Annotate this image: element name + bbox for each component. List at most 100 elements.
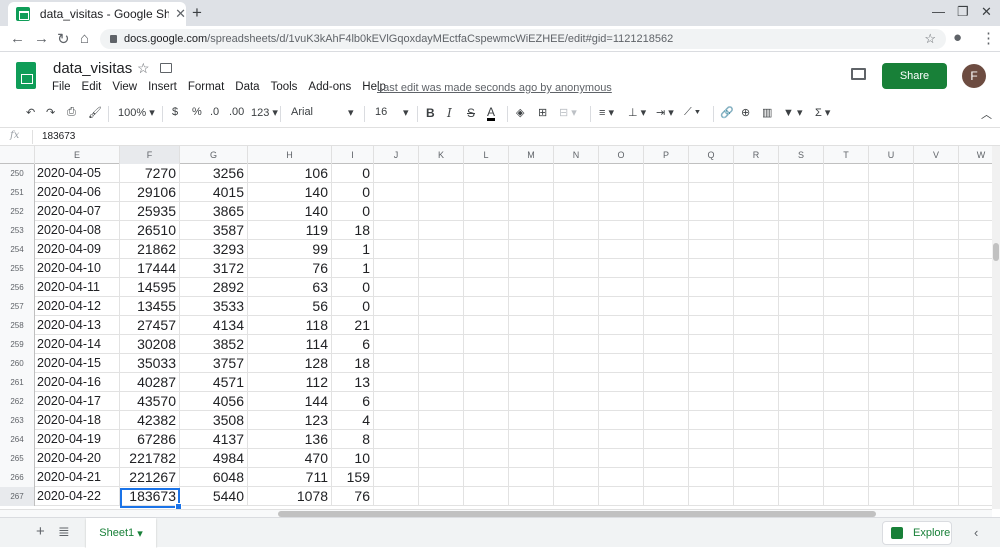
- menu-tools[interactable]: Tools: [271, 81, 298, 93]
- empty-cell[interactable]: [734, 373, 779, 392]
- column-header[interactable]: L: [464, 146, 509, 164]
- empty-cell[interactable]: [419, 449, 464, 468]
- empty-cell[interactable]: [689, 449, 734, 468]
- empty-cell[interactable]: [734, 392, 779, 411]
- row-number[interactable]: 251: [0, 183, 35, 202]
- empty-cell[interactable]: [644, 202, 689, 221]
- column-header[interactable]: E: [35, 146, 120, 164]
- empty-cell[interactable]: [599, 487, 644, 506]
- column-header[interactable]: V: [914, 146, 959, 164]
- cell-i[interactable]: 1: [332, 240, 374, 259]
- cell-h[interactable]: 118: [248, 316, 332, 335]
- empty-cell[interactable]: [464, 202, 509, 221]
- empty-cell[interactable]: [599, 335, 644, 354]
- column-header[interactable]: T: [824, 146, 869, 164]
- decrease-decimal-button[interactable]: .0: [210, 106, 219, 118]
- sheet-tab-sheet1[interactable]: Sheet1 ▾: [86, 518, 156, 548]
- empty-cell[interactable]: [509, 468, 554, 487]
- paint-format-icon[interactable]: 🖌: [88, 106, 102, 119]
- borders-icon[interactable]: ⊞: [538, 106, 547, 119]
- empty-cell[interactable]: [599, 449, 644, 468]
- cell-date[interactable]: 2020-04-11: [35, 278, 120, 297]
- cell-f[interactable]: 40287: [120, 373, 180, 392]
- vertical-scrollbar[interactable]: [992, 146, 1000, 509]
- empty-cell[interactable]: [689, 411, 734, 430]
- empty-cell[interactable]: [869, 316, 914, 335]
- empty-cell[interactable]: [509, 373, 554, 392]
- cell-g[interactable]: 4056: [180, 392, 248, 411]
- empty-cell[interactable]: [689, 392, 734, 411]
- empty-cell[interactable]: [779, 411, 824, 430]
- cell-f[interactable]: 43570: [120, 392, 180, 411]
- empty-cell[interactable]: [644, 373, 689, 392]
- empty-cell[interactable]: [644, 240, 689, 259]
- empty-cell[interactable]: [734, 449, 779, 468]
- move-folder-icon[interactable]: [160, 63, 172, 73]
- empty-cell[interactable]: [554, 278, 599, 297]
- cell-g[interactable]: 3256: [180, 164, 248, 183]
- empty-cell[interactable]: [914, 354, 959, 373]
- empty-cell[interactable]: [779, 449, 824, 468]
- empty-cell[interactable]: [464, 354, 509, 373]
- collapse-side-panel-icon[interactable]: ‹: [974, 525, 978, 540]
- row-number[interactable]: 260: [0, 354, 35, 373]
- empty-cell[interactable]: [869, 430, 914, 449]
- row-number[interactable]: 258: [0, 316, 35, 335]
- all-sheets-icon[interactable]: ≣: [58, 523, 70, 540]
- add-sheet-icon[interactable]: +: [36, 523, 45, 540]
- row-number[interactable]: 262: [0, 392, 35, 411]
- vertical-scroll-thumb[interactable]: [993, 243, 999, 261]
- filter-icon[interactable]: ▼ ▾: [783, 106, 802, 119]
- empty-cell[interactable]: [419, 468, 464, 487]
- empty-cell[interactable]: [734, 221, 779, 240]
- cell-h[interactable]: 1078: [248, 487, 332, 506]
- empty-cell[interactable]: [734, 278, 779, 297]
- empty-cell[interactable]: [599, 373, 644, 392]
- empty-cell[interactable]: [914, 335, 959, 354]
- empty-cell[interactable]: [374, 392, 419, 411]
- empty-cell[interactable]: [554, 183, 599, 202]
- empty-cell[interactable]: [599, 468, 644, 487]
- empty-cell[interactable]: [509, 449, 554, 468]
- empty-cell[interactable]: [599, 278, 644, 297]
- column-header[interactable]: G: [180, 146, 248, 164]
- empty-cell[interactable]: [779, 240, 824, 259]
- cell-date[interactable]: 2020-04-21: [35, 468, 120, 487]
- empty-cell[interactable]: [419, 202, 464, 221]
- currency-button[interactable]: $: [172, 106, 178, 118]
- empty-cell[interactable]: [644, 183, 689, 202]
- cell-f[interactable]: 14595: [120, 278, 180, 297]
- empty-cell[interactable]: [644, 392, 689, 411]
- empty-cell[interactable]: [419, 259, 464, 278]
- empty-cell[interactable]: [599, 430, 644, 449]
- empty-cell[interactable]: [554, 240, 599, 259]
- share-button[interactable]: Share: [882, 63, 947, 89]
- menu-insert[interactable]: Insert: [148, 81, 177, 93]
- empty-cell[interactable]: [464, 297, 509, 316]
- empty-cell[interactable]: [689, 278, 734, 297]
- empty-cell[interactable]: [779, 430, 824, 449]
- empty-cell[interactable]: [959, 373, 992, 392]
- column-header[interactable]: J: [374, 146, 419, 164]
- empty-cell[interactable]: [464, 240, 509, 259]
- cell-g[interactable]: 3533: [180, 297, 248, 316]
- cell-date[interactable]: 2020-04-22: [35, 487, 120, 506]
- empty-cell[interactable]: [914, 487, 959, 506]
- empty-cell[interactable]: [734, 297, 779, 316]
- empty-cell[interactable]: [869, 240, 914, 259]
- empty-cell[interactable]: [554, 430, 599, 449]
- cell-i[interactable]: 6: [332, 392, 374, 411]
- empty-cell[interactable]: [824, 221, 869, 240]
- empty-cell[interactable]: [959, 259, 992, 278]
- cell-g[interactable]: 3172: [180, 259, 248, 278]
- empty-cell[interactable]: [464, 278, 509, 297]
- empty-cell[interactable]: [599, 316, 644, 335]
- cell-date[interactable]: 2020-04-19: [35, 430, 120, 449]
- cell-date[interactable]: 2020-04-06: [35, 183, 120, 202]
- cell-g[interactable]: 4134: [180, 316, 248, 335]
- empty-cell[interactable]: [554, 335, 599, 354]
- empty-cell[interactable]: [869, 392, 914, 411]
- empty-cell[interactable]: [824, 316, 869, 335]
- last-edit-link[interactable]: Last edit was made seconds ago by anonym…: [377, 82, 612, 94]
- column-header[interactable]: H: [248, 146, 332, 164]
